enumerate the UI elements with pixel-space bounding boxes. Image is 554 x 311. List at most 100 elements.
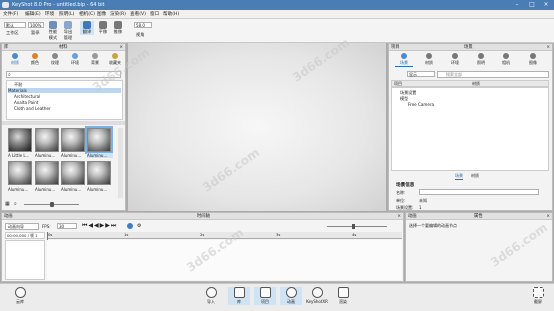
library-title: 库	[4, 45, 9, 50]
menu-camera[interactable]: 相机(C)	[79, 11, 95, 17]
material-label: Aluminu...	[35, 187, 56, 192]
library-panel: 库 材料 × 材质 颜色 纹理 环境 背景 收藏夹 ⌕ 不耐 Materials…	[1, 43, 126, 211]
materials-icon	[12, 53, 18, 59]
view-angle-label: 视角	[136, 32, 145, 37]
tree-item-model[interactable]: 模型	[400, 96, 408, 102]
environments-icon	[72, 53, 78, 59]
pan-button[interactable]: 平移	[97, 21, 109, 35]
scene-search-input[interactable]: 搜索全部	[437, 71, 549, 78]
cpu-usage-select[interactable]: 100%	[28, 22, 44, 28]
material-thumb[interactable]	[87, 161, 111, 185]
menu-window[interactable]: 窗口	[150, 11, 159, 17]
performance-mode-button[interactable]: 性能模式	[47, 21, 59, 41]
record-icon[interactable]	[127, 223, 133, 229]
view-filter-select[interactable]: 显示	[407, 71, 435, 77]
close-panel-icon[interactable]: ×	[119, 44, 123, 51]
lighting-icon	[478, 53, 484, 59]
zoom-field[interactable]: 58.0	[134, 22, 152, 28]
workspace-select[interactable]: 默认	[4, 22, 26, 28]
tab-image[interactable]: 图像	[525, 53, 541, 66]
animation-button[interactable]: 动画	[280, 287, 302, 305]
export-manager-button[interactable]: 导出管理	[62, 21, 74, 41]
close-panel-icon[interactable]: ×	[546, 44, 550, 51]
tick-label: 4s	[352, 232, 357, 237]
window-title: KeyShot 8.0 Pro - untitled.bip - 64 bit	[12, 2, 105, 8]
subtab-material[interactable]: 材质	[471, 173, 479, 179]
tab-lighting[interactable]: 照明	[473, 53, 489, 66]
tree-item[interactable]: Architectural	[14, 94, 40, 99]
tab-materials[interactable]: 材质	[8, 53, 22, 66]
menu-view[interactable]: 查看(V)	[130, 11, 146, 17]
menu-environment[interactable]: 环境	[45, 11, 54, 17]
menu-image[interactable]: 图像	[97, 11, 106, 17]
book-icon	[233, 287, 245, 298]
tab-camera[interactable]: 相机	[498, 53, 514, 66]
material-thumb[interactable]	[61, 128, 85, 152]
project-button[interactable]: 项目	[254, 287, 276, 305]
render-button[interactable]: 渲染	[333, 287, 353, 305]
material-thumb[interactable]	[8, 128, 32, 152]
tree-item[interactable]: Cloth and Leather	[14, 106, 51, 111]
tab-textures[interactable]: 纹理	[48, 53, 62, 66]
dolly-button[interactable]: 推移	[112, 21, 124, 35]
library-header: 库 材料 ×	[2, 44, 125, 51]
library-button[interactable]: 库	[228, 287, 250, 305]
tab-environment[interactable]: 环境	[447, 53, 463, 66]
thumbs-scrollbar[interactable]	[118, 128, 123, 198]
scene-settings-value: 1	[419, 205, 422, 210]
material-thumb-selected[interactable]	[85, 126, 113, 154]
textures-icon	[52, 53, 58, 59]
close-panel-icon[interactable]: ×	[546, 213, 550, 220]
material-icon	[426, 53, 432, 59]
menu-render[interactable]: 渲染(R)	[110, 11, 126, 17]
menu-bar: 文件(F) 编辑(E) 环境 照明(L) 相机(C) 图像 渲染(R) 查看(V…	[0, 10, 554, 19]
zoom-icon[interactable]: ⌕	[14, 201, 17, 207]
material-label: Aluminu...	[61, 187, 82, 192]
close-panel-icon[interactable]: ×	[397, 213, 401, 220]
tab-scene[interactable]: 场景	[395, 53, 413, 67]
name-field[interactable]	[419, 189, 539, 195]
timeline-zoom-slider[interactable]	[327, 226, 387, 227]
colors-icon	[32, 53, 38, 59]
name-label: 名称:	[396, 190, 406, 195]
menu-lighting[interactable]: 照明(L)	[59, 11, 74, 17]
tree-item-camera[interactable]: Free Camera	[408, 102, 434, 107]
environment-icon	[452, 53, 458, 59]
cloud-icon	[14, 287, 26, 298]
tab-backplates[interactable]: 背景	[88, 53, 102, 66]
watermark: 3d66.com	[199, 145, 263, 195]
tab-environments[interactable]: 环境	[68, 53, 82, 66]
material-thumb[interactable]	[35, 128, 59, 152]
slider-handle[interactable]	[352, 224, 355, 229]
translate-button[interactable]: 翻译	[80, 21, 94, 35]
tab-material[interactable]: 材质	[421, 53, 437, 66]
maximize-icon[interactable]: □	[525, 1, 539, 9]
render-viewport[interactable]: 3d66.com 3d66.com 3d66.com	[90, 35, 386, 211]
cloud-library-button[interactable]: 云库	[10, 287, 30, 305]
material-thumb[interactable]	[35, 161, 59, 185]
keyshotxr-button[interactable]: KeyShotXR	[305, 287, 329, 304]
pause-button[interactable]: 暂停	[31, 30, 39, 36]
splitter[interactable]	[2, 121, 125, 125]
material-thumb[interactable]	[61, 161, 85, 185]
tree-item[interactable]: Axalta Paint	[14, 100, 38, 105]
settings-icon[interactable]: ⚙	[137, 223, 141, 229]
menu-file[interactable]: 文件(F)	[3, 11, 18, 17]
tab-colors[interactable]: 颜色	[28, 53, 42, 66]
close-icon[interactable]: ×	[539, 1, 553, 9]
material-thumb[interactable]	[8, 161, 32, 185]
favorites-icon	[112, 53, 118, 59]
menu-edit[interactable]: 编辑(E)	[25, 11, 41, 17]
subtab-scene[interactable]: 场景	[455, 173, 463, 180]
minimize-icon[interactable]: –	[510, 1, 524, 9]
grid-view-icon[interactable]: ▦	[5, 201, 10, 207]
import-button[interactable]: 导入	[201, 287, 221, 305]
animation-wizard-button[interactable]: 动画向导	[5, 223, 39, 230]
fps-select[interactable]: 30	[57, 223, 77, 229]
material-label: Aluminu...	[87, 187, 108, 192]
playback-controls[interactable]: ⏮◀◀▶▶⏭	[82, 222, 117, 230]
attributes-title: 动画	[408, 214, 417, 219]
menu-help[interactable]: 帮助(H)	[163, 11, 179, 17]
slider-handle[interactable]	[50, 202, 54, 207]
screenshot-button[interactable]: 截屏	[528, 287, 548, 305]
